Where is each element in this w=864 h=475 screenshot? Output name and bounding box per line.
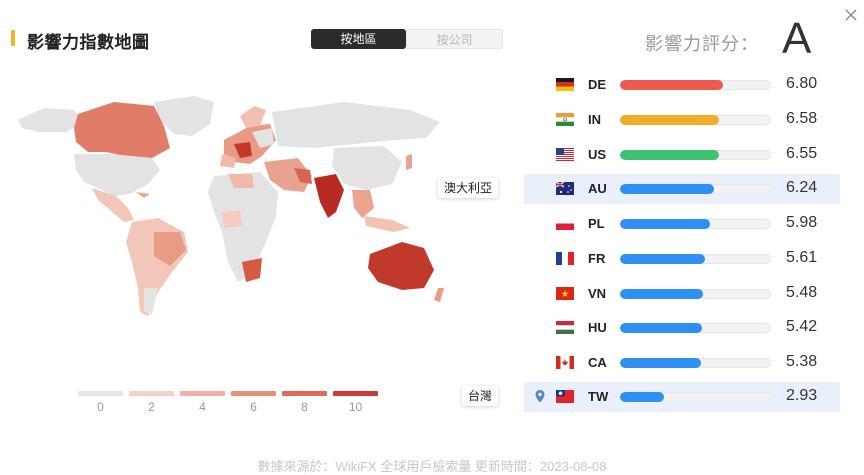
score-value: 5.48	[786, 284, 818, 301]
score-bar-fill	[620, 254, 705, 264]
ranking-row-au[interactable]: AU 6.24	[524, 174, 840, 204]
score-bar	[620, 219, 771, 229]
map-tag-taiwan[interactable]: 台灣	[462, 386, 499, 406]
tab-by-region[interactable]: 按地區	[311, 29, 406, 49]
world-map[interactable]	[14, 92, 454, 328]
country-code: DE	[588, 77, 607, 92]
flag-australia-icon	[556, 182, 574, 195]
legend-label: 0	[97, 400, 104, 414]
flag-taiwan-icon	[556, 390, 574, 403]
legend-label: 8	[301, 400, 308, 414]
legend-swatch	[180, 391, 225, 396]
score-bar-fill	[620, 184, 715, 194]
ranking-row-pl[interactable]: PL 5.98	[524, 209, 840, 239]
legend-label: 10	[348, 400, 363, 414]
score-bar	[620, 254, 771, 264]
score-value: 5.98	[786, 214, 818, 231]
ranking-row-ca[interactable]: CA 5.38	[524, 348, 840, 378]
legend-label: 6	[250, 400, 257, 414]
legend-swatch	[129, 391, 174, 396]
country-code: FR	[588, 251, 606, 266]
score-bar-fill	[620, 219, 711, 229]
score-bar-fill	[620, 115, 720, 125]
score-value: 6.58	[786, 110, 818, 127]
country-code: CA	[588, 355, 607, 370]
score-bar	[620, 80, 771, 90]
score-bar	[620, 392, 771, 402]
title-accent-bar	[11, 30, 15, 46]
country-code: HU	[588, 320, 607, 335]
score-value: 6.24	[786, 179, 818, 196]
flag-hungary-icon	[556, 321, 574, 334]
influence-score-label: 影響力評分：	[645, 34, 759, 54]
legend-label: 2	[148, 400, 155, 414]
country-code: VN	[588, 286, 607, 301]
view-toggle: 按地區 按公司	[311, 29, 503, 49]
score-bar	[620, 358, 771, 368]
legend-swatch	[231, 391, 276, 396]
ranking-row-tw[interactable]: TW 2.93	[524, 382, 840, 412]
ranking-row-fr[interactable]: FR 5.61	[524, 244, 840, 274]
ranking-row-hu[interactable]: HU 5.42	[524, 313, 840, 343]
score-bar	[620, 289, 771, 299]
flag-usa-icon	[556, 148, 574, 161]
flag-france-icon	[556, 252, 574, 265]
tab-by-company[interactable]: 按公司	[406, 29, 503, 49]
score-value: 5.42	[786, 318, 818, 335]
score-bar-fill	[620, 80, 723, 90]
flag-germany-icon	[556, 78, 574, 91]
legend-swatch	[333, 391, 378, 396]
score-value: 6.55	[786, 145, 818, 162]
country-code: IN	[588, 112, 601, 127]
map-tag-australia[interactable]: 澳大利亞	[438, 178, 499, 198]
flag-vietnam-icon	[556, 287, 574, 300]
country-code: AU	[588, 181, 607, 196]
flag-poland-icon	[556, 217, 574, 230]
data-source-footer: 數據來源於：WikiFX 全球用戶檢索量 更新時間：2023-08-08	[257, 459, 607, 474]
country-code: TW	[588, 389, 609, 404]
ranking-row-in[interactable]: IN 6.58	[524, 105, 840, 135]
page-title: 影響力指數地圖	[27, 33, 150, 52]
close-icon[interactable]	[842, 6, 862, 26]
influence-grade: A	[782, 14, 812, 63]
close-button[interactable]	[842, 6, 862, 26]
score-value: 6.80	[786, 75, 818, 92]
flag-india-icon	[556, 113, 574, 126]
flag-canada-icon	[556, 356, 574, 369]
location-pin-icon	[535, 390, 545, 403]
score-bar	[620, 323, 771, 333]
country-code: US	[588, 147, 607, 162]
legend-label: 4	[199, 400, 206, 414]
ranking-row-vn[interactable]: VN 5.48	[524, 279, 840, 309]
score-value: 5.61	[786, 249, 818, 266]
score-bar	[620, 115, 771, 125]
legend-swatch	[282, 391, 327, 396]
score-value: 2.93	[786, 387, 818, 404]
score-bar-fill	[620, 392, 665, 402]
score-value: 5.38	[786, 353, 818, 370]
score-bar-fill	[620, 358, 702, 368]
country-code: PL	[588, 216, 605, 231]
legend-swatch	[78, 391, 123, 396]
ranking-row-de[interactable]: DE 6.80	[524, 70, 840, 100]
ranking-row-us[interactable]: US 6.55	[524, 140, 840, 170]
score-bar-fill	[620, 150, 719, 160]
map-land	[18, 96, 444, 316]
score-bar-fill	[620, 323, 702, 333]
score-bar-fill	[620, 289, 703, 299]
score-bar	[620, 150, 771, 160]
score-bar	[620, 184, 771, 194]
